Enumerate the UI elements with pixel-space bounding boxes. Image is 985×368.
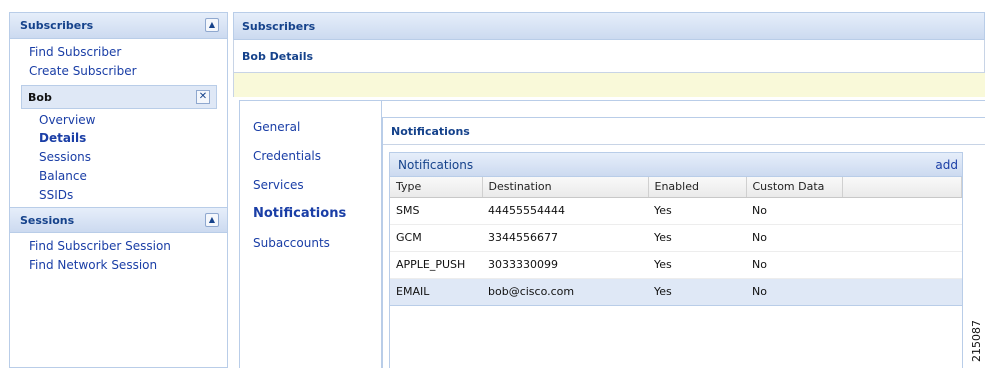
cell-destination: 3344556677 [482,224,648,252]
sidebar: Subscribers ▲ Find Subscriber Create Sub… [9,12,228,368]
sidebar-item-overview[interactable]: Overview [10,111,227,130]
cell-destination: 3033330099 [482,251,648,279]
grid-header: Notifications add [390,153,962,177]
column-header-empty [842,177,962,198]
find-subscriber-session-link[interactable]: Find Subscriber Session [10,237,227,256]
column-header-destination[interactable]: Destination [482,177,649,198]
grid-title: Notifications [398,157,474,172]
create-subscriber-link[interactable]: Create Subscriber [10,62,227,81]
tab-subaccounts[interactable]: Subaccounts [240,235,381,264]
table-row[interactable]: GCM 3344556677 Yes No [390,224,962,252]
cell-type: EMAIL [390,277,482,306]
tab-services[interactable]: Services [240,177,381,206]
main-content: Subscribers Bob Details General Credenti… [233,12,985,368]
cell-custom-data: No [746,277,842,306]
details-frame: General Credentials Services Notificatio… [239,100,985,368]
notifications-grid: Notifications add Type Destination Enabl… [389,152,963,368]
sidebar-item-balance[interactable]: Balance [10,167,227,186]
notifications-panel-title: Notifications [383,118,985,145]
cell-enabled: Yes [648,224,746,252]
notifications-panel: Notifications Notifications add Type Des… [382,117,985,368]
close-icon[interactable]: ✕ [196,90,210,104]
table-row[interactable]: APPLE_PUSH 3033330099 Yes No [390,251,962,279]
details-title: Bob Details [242,49,314,63]
cell-enabled: Yes [648,277,746,306]
cell-custom-data: No [746,197,842,225]
figure-id: 215087 [970,320,983,362]
cell-custom-data: No [746,251,842,279]
column-header-type[interactable]: Type [390,177,483,198]
find-subscriber-link[interactable]: Find Subscriber [10,43,227,62]
collapse-up-icon[interactable]: ▲ [205,213,219,227]
sessions-section-header[interactable]: Sessions ▲ [10,207,227,233]
table-row-selected[interactable]: EMAIL bob@cisco.com Yes No [390,277,962,306]
table-row[interactable]: SMS 44455554444 Yes No [390,197,962,225]
detail-tabs: General Credentials Services Notificatio… [240,101,382,368]
collapse-up-icon[interactable]: ▲ [205,18,219,32]
details-title-bar: Bob Details [233,40,985,73]
subscriber-panel-header: Bob ✕ [21,85,217,109]
cell-type: APPLE_PUSH [390,251,482,279]
subscriber-name: Bob [28,90,52,104]
subscribers-section-header[interactable]: Subscribers ▲ [10,13,227,39]
main-header-title: Subscribers [242,19,316,33]
tab-general[interactable]: General [240,119,381,148]
sessions-section-title: Sessions [20,213,75,227]
tab-notifications[interactable]: Notifications [240,206,381,235]
column-header-enabled[interactable]: Enabled [648,177,747,198]
info-bar [233,73,985,97]
sidebar-item-details[interactable]: Details [10,130,227,147]
tab-credentials[interactable]: Credentials [240,148,381,177]
cell-type: GCM [390,224,482,252]
cell-destination: 44455554444 [482,197,648,225]
sidebar-item-sessions[interactable]: Sessions [10,147,227,167]
cell-type: SMS [390,197,482,225]
sidebar-item-ssids[interactable]: SSIDs [10,186,227,205]
cell-enabled: Yes [648,251,746,279]
cell-custom-data: No [746,224,842,252]
column-header-custom-data[interactable]: Custom Data [746,177,843,198]
notifications-table: Type Destination Enabled Custom Data SMS… [390,177,962,306]
subscribers-section-title: Subscribers [20,19,94,32]
main-header: Subscribers [233,12,985,40]
find-network-session-link[interactable]: Find Network Session [10,256,227,275]
cell-destination: bob@cisco.com [482,277,648,306]
add-notification-link[interactable]: add [935,158,958,172]
cell-enabled: Yes [648,197,746,225]
